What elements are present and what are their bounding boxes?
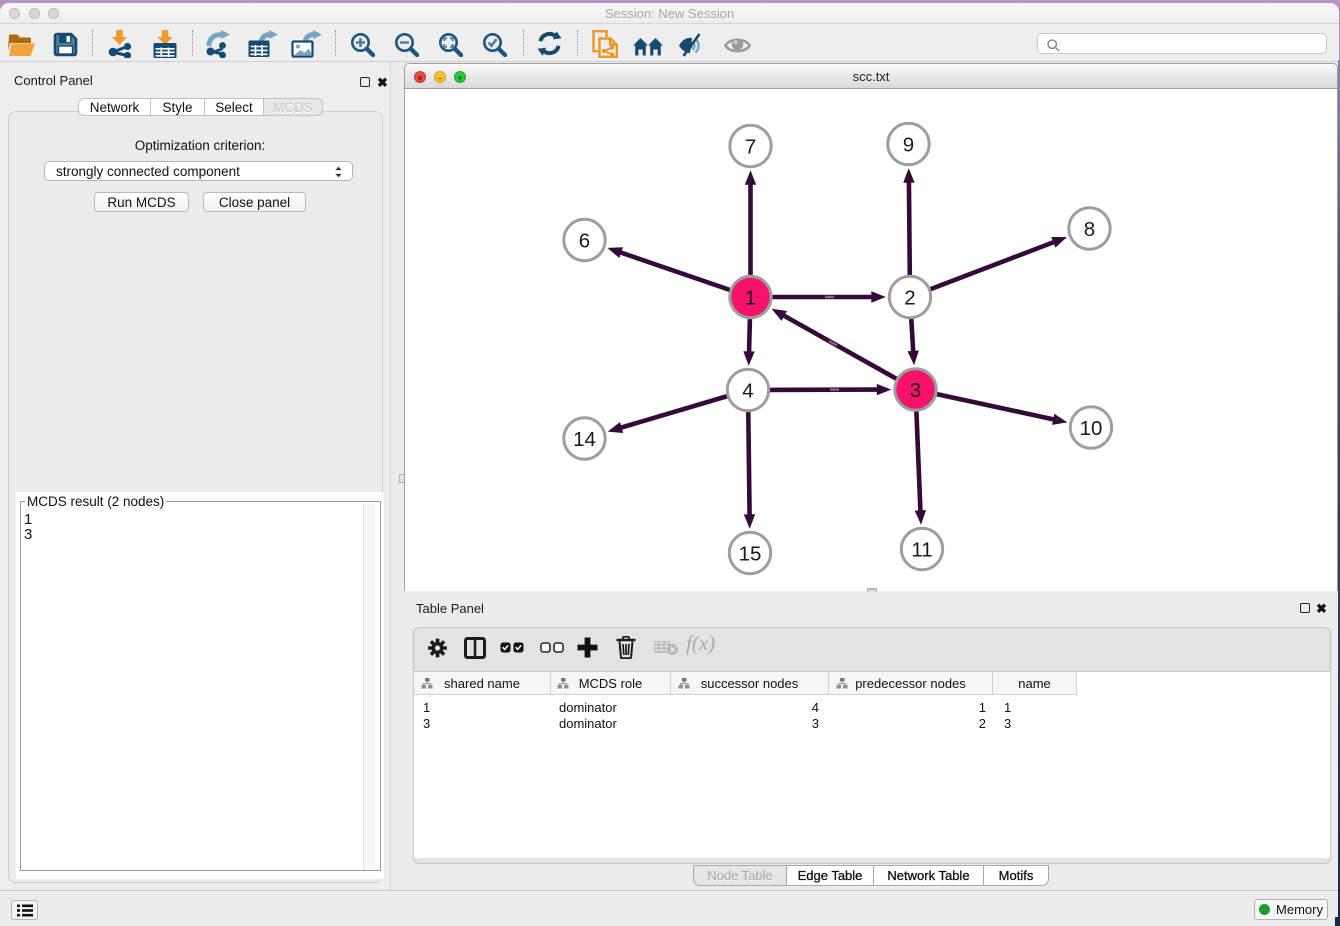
svg-text:4: 4 bbox=[742, 379, 753, 402]
svg-text:8: 8 bbox=[1084, 218, 1095, 241]
svg-text:14: 14 bbox=[573, 428, 596, 451]
svg-text:6: 6 bbox=[579, 229, 590, 252]
svg-text:7: 7 bbox=[745, 135, 756, 158]
svg-text:9: 9 bbox=[903, 133, 914, 156]
svg-text:1: 1 bbox=[745, 286, 756, 309]
svg-text:10: 10 bbox=[1080, 417, 1103, 440]
svg-text:3: 3 bbox=[910, 379, 921, 402]
svg-text:11: 11 bbox=[911, 538, 932, 561]
svg-text:15: 15 bbox=[739, 542, 762, 565]
svg-text:2: 2 bbox=[904, 286, 915, 309]
